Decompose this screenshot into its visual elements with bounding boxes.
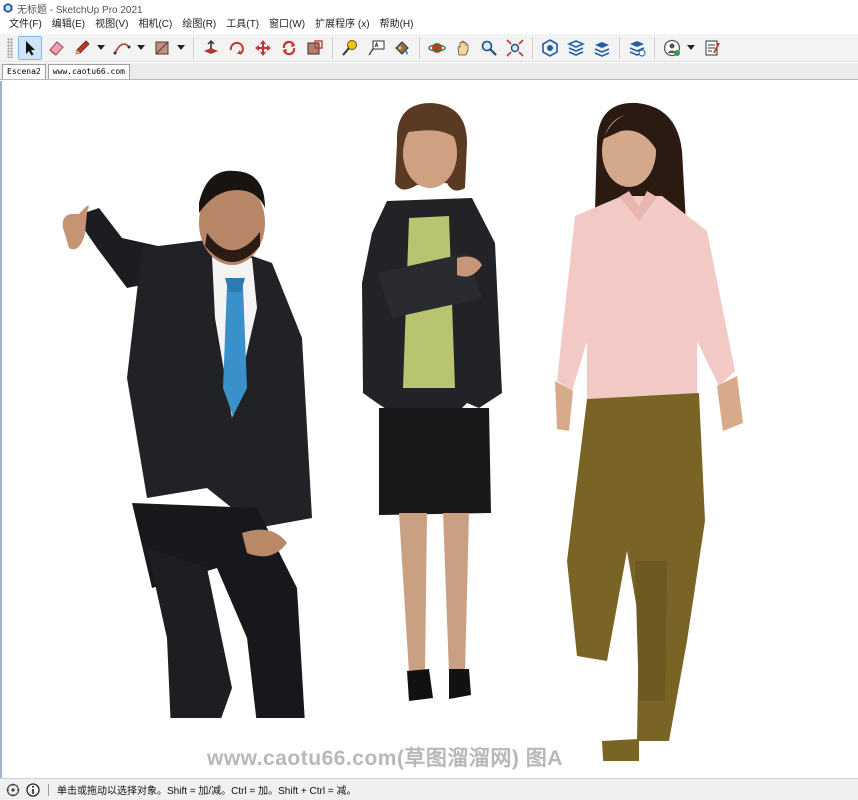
- info-icon[interactable]: [26, 782, 40, 797]
- move-tool-button[interactable]: [251, 36, 275, 60]
- rectangle-tool-dropdown[interactable]: [176, 36, 186, 60]
- seated-man-figure[interactable]: [57, 168, 327, 718]
- line-tool-dropdown[interactable]: [96, 36, 106, 60]
- arc-tool-button[interactable]: [110, 36, 134, 60]
- status-message: 单击或拖动以选择对象。Shift = 加/减。Ctrl = 加。Shift + …: [57, 786, 357, 797]
- scale-icon: [307, 39, 323, 54]
- toolbar-separator: [532, 36, 533, 59]
- extension-warehouse-button[interactable]: [564, 36, 588, 60]
- menu-help[interactable]: 帮助(H): [375, 16, 419, 34]
- pan-icon: [457, 40, 469, 55]
- text-label-icon: [368, 40, 385, 55]
- sketchup-logo-icon: [3, 3, 13, 13]
- menu-extensions[interactable]: 扩展程序 (x): [310, 16, 374, 34]
- chevron-down-icon: [137, 44, 145, 50]
- layout-button[interactable]: [590, 36, 614, 60]
- move-icon: [255, 39, 271, 56]
- toolbar-separator: [193, 36, 194, 59]
- extension-manager-icon: [629, 40, 646, 56]
- window-title: 无标题 - SketchUp Pro 2021: [17, 4, 143, 16]
- report-button[interactable]: [700, 36, 724, 60]
- scene-tab-website[interactable]: www.caotu66.com: [47, 64, 130, 79]
- warehouse-icon: [542, 38, 558, 57]
- arc-tool-dropdown[interactable]: [136, 36, 146, 60]
- menu-view[interactable]: 视图(V): [90, 16, 133, 34]
- zoom-icon: [481, 40, 497, 56]
- report-icon: [705, 40, 720, 55]
- eraser-icon: [49, 40, 64, 56]
- menu-edit[interactable]: 编辑(E): [47, 16, 90, 34]
- scene-tab-escena2[interactable]: Escena2: [2, 64, 46, 79]
- extension-manager-button[interactable]: [625, 36, 649, 60]
- title-bar: 无标题 - SketchUp Pro 2021: [0, 0, 858, 16]
- rectangle-icon: [155, 41, 169, 54]
- rectangle-tool-button[interactable]: [150, 36, 174, 60]
- toolbar-separator: [619, 36, 620, 59]
- select-tool-button[interactable]: [18, 35, 42, 60]
- chevron-down-icon: [687, 44, 695, 50]
- follow-me-icon: [282, 40, 296, 55]
- zoom-extents-tool-button[interactable]: [503, 36, 527, 60]
- profile-button[interactable]: [660, 36, 684, 60]
- menu-bar: 文件(F) 编辑(E) 视图(V) 相机(C) 绘图(R) 工具(T) 窗口(W…: [0, 16, 858, 34]
- menu-tools[interactable]: 工具(T): [221, 16, 264, 34]
- woman-dark-jacket-figure[interactable]: [357, 103, 507, 713]
- toolbar-separator: [419, 36, 420, 59]
- pan-tool-button[interactable]: [451, 36, 475, 60]
- menu-file[interactable]: 文件(F): [4, 16, 47, 34]
- follow-me-tool-button[interactable]: [277, 36, 301, 60]
- sketchup-window: 无标题 - SketchUp Pro 2021 文件(F) 编辑(E) 视图(V…: [0, 0, 858, 800]
- rotate-tool-button[interactable]: [225, 36, 249, 60]
- paint-bucket-icon: [395, 40, 409, 55]
- line-tool-button[interactable]: [70, 36, 94, 60]
- tape-measure-tool-button[interactable]: [338, 36, 362, 60]
- text-tool-button[interactable]: [364, 36, 388, 60]
- rotate-icon: [229, 41, 244, 55]
- profile-dropdown[interactable]: [686, 36, 696, 60]
- scale-tool-button[interactable]: [303, 36, 327, 60]
- chevron-down-icon: [177, 44, 185, 50]
- toolbar-separator: [654, 36, 655, 59]
- paint-bucket-tool-button[interactable]: [390, 36, 414, 60]
- profile-icon: [663, 39, 681, 56]
- layout-icon: [594, 41, 610, 57]
- status-bar: 单击或拖动以选择对象。Shift = 加/减。Ctrl = 加。Shift + …: [0, 778, 858, 800]
- push-pull-tool-button[interactable]: [199, 36, 223, 60]
- main-toolbar: [0, 34, 858, 62]
- orbit-icon: [428, 42, 446, 53]
- push-pull-icon: [204, 39, 218, 54]
- zoom-extents-icon: [506, 38, 524, 57]
- 3d-warehouse-button[interactable]: [538, 36, 562, 60]
- woman-pink-blouse-figure[interactable]: [547, 101, 752, 761]
- line-pencil-icon: [75, 39, 90, 55]
- viewport-watermark: www.caotu66.com(草图溜溜网) 图A: [207, 747, 563, 770]
- modeling-viewport[interactable]: www.caotu66.com(草图溜溜网) 图A: [0, 81, 858, 778]
- toolbar-grip[interactable]: [7, 37, 13, 58]
- menu-camera[interactable]: 相机(C): [133, 16, 177, 34]
- orbit-tool-button[interactable]: [425, 36, 449, 60]
- menu-window[interactable]: 窗口(W): [264, 16, 310, 34]
- tape-measure-icon: [342, 39, 357, 56]
- chevron-down-icon: [97, 44, 105, 50]
- geo-location-icon[interactable]: [6, 783, 20, 797]
- zoom-tool-button[interactable]: [477, 36, 501, 60]
- menu-draw[interactable]: 绘图(R): [177, 16, 221, 34]
- eraser-tool-button[interactable]: [44, 36, 68, 60]
- arc-icon: [113, 42, 131, 54]
- status-divider: [48, 783, 49, 796]
- toolbar-separator: [332, 36, 333, 59]
- select-icon: [26, 40, 35, 55]
- scene-tabs-bar: Escena2 www.caotu66.com: [0, 63, 858, 80]
- extension-warehouse-icon: [567, 39, 585, 56]
